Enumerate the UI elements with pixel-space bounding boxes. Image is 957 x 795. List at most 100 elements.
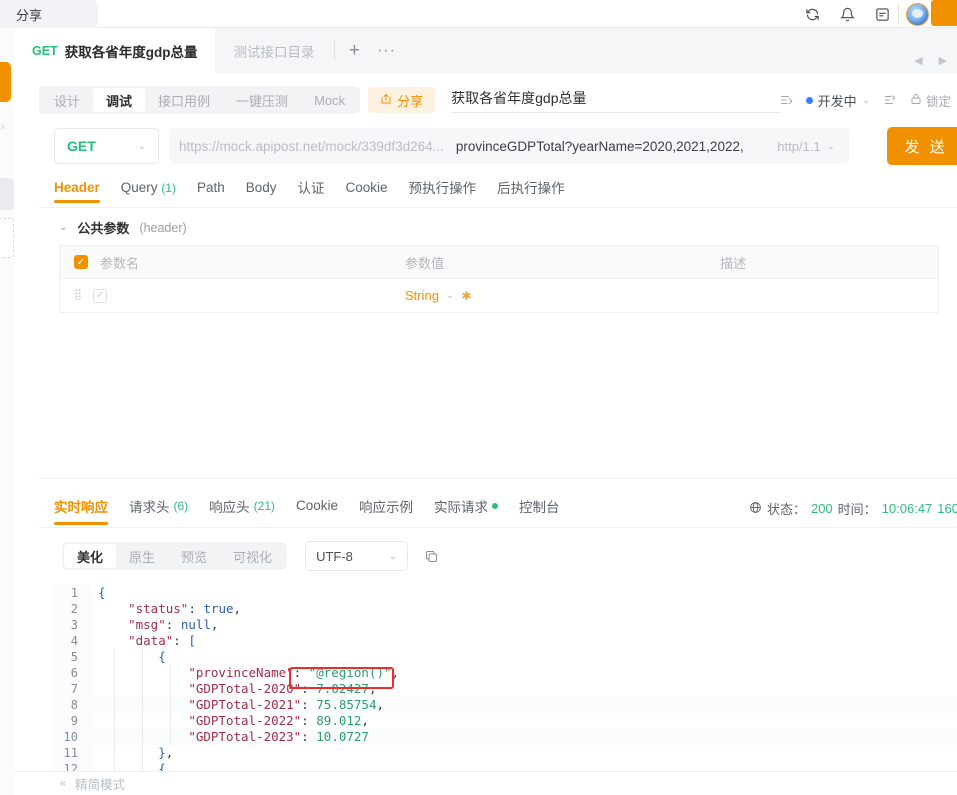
chevron-down-icon[interactable]: ⌄ — [446, 290, 454, 301]
param-tab-auth[interactable]: 认证 — [298, 177, 325, 205]
code-line[interactable]: 1{ — [54, 585, 957, 601]
tabstrip-divider — [334, 40, 336, 61]
url-path-label: provinceGDPTotal?yearName=2020,2021,2022… — [455, 138, 744, 154]
chevron-collapse-icon[interactable]: ⌄ — [59, 222, 67, 233]
tab-scroll-left-icon[interactable]: ◀ — [914, 54, 922, 67]
tab-overflow-menu-icon[interactable]: ··· — [371, 28, 401, 73]
api-name-input[interactable]: 获取各省年度gdp总量 — [451, 88, 782, 113]
rail-placeholder-block — [0, 178, 14, 210]
status-code-prefix: 状态： — [766, 502, 806, 517]
lock-button[interactable]: 锁定 — [910, 91, 951, 110]
send-button[interactable]: 发 送 — [887, 127, 957, 165]
chevron-down-icon[interactable]: ⌄ — [862, 95, 870, 106]
response-tab-cookie[interactable]: Cookie — [296, 498, 338, 522]
line-text: { — [158, 649, 166, 664]
encoding-select[interactable]: UTF-8 ⌄ — [305, 541, 409, 571]
code-line[interactable]: 3 "msg": null, — [54, 617, 957, 633]
public-params-label: 公共参数 — [77, 221, 130, 236]
format-seg-raw[interactable]: 原生 — [116, 544, 168, 568]
code-line[interactable]: 2 "status": true, — [54, 601, 957, 617]
topbar-separator — [898, 4, 899, 24]
url-input[interactable]: https://mock.apipost.net/mock/339df3d264… — [169, 128, 849, 164]
status-badge[interactable]: 开发中 ⌄ — [805, 91, 870, 110]
note-icon[interactable] — [874, 6, 891, 23]
tab-request-gdp[interactable]: GET 获取各省年度gdp总量 — [14, 28, 216, 73]
share-button[interactable]: 分享 — [368, 87, 436, 113]
line-text: { — [98, 585, 106, 600]
line-number: 9 — [70, 714, 78, 728]
required-star-icon[interactable]: ✱ — [461, 289, 471, 303]
table-row[interactable]: ⣿ ✓ String ⌄ ✱ — [59, 279, 939, 313]
tab-test-directory[interactable]: 测试接口目录 — [215, 28, 332, 73]
param-tab-header[interactable]: Header — [54, 180, 100, 203]
code-line[interactable]: 6 "provinceName": "@region()", — [54, 665, 957, 681]
main-pane: 设计 调试 接口用例 一键压测 Mock 分享 获取各省年度gdp总量 开发中 … — [14, 73, 957, 795]
format-seg-preview[interactable]: 预览 — [168, 544, 220, 568]
response-tab-example[interactable]: 响应示例 — [359, 496, 413, 525]
refresh-icon[interactable] — [804, 6, 821, 23]
seg-mock[interactable]: Mock — [301, 88, 358, 112]
chevron-down-icon[interactable]: ⌄ — [827, 141, 835, 152]
code-line[interactable]: 9 "GDPTotal-2022": 89.012, — [54, 713, 957, 729]
param-tab-label: Cookie — [345, 179, 388, 195]
header-cell-name: ✓ 参数名 — [60, 253, 405, 272]
add-tab-button[interactable]: + — [337, 28, 371, 73]
param-table-header: ✓ 参数名 参数值 描述 — [59, 245, 939, 279]
response-tab-label: 控制台 — [519, 499, 560, 515]
response-tab-count: (21) — [253, 498, 276, 513]
code-line[interactable]: 5 { — [54, 649, 957, 665]
line-number: 5 — [70, 650, 78, 664]
row-cell-value[interactable]: String ⌄ ✱ — [405, 288, 720, 303]
method-select[interactable]: GET ⌄ — [54, 128, 159, 164]
topbar-share-chip[interactable]: 分享 — [0, 0, 98, 28]
copy-icon[interactable] — [424, 549, 439, 564]
drag-handle-icon[interactable]: ⣿ — [74, 290, 82, 301]
param-tab-cookie[interactable]: Cookie — [346, 180, 388, 203]
code-line[interactable]: 12 { — [54, 761, 957, 771]
row-cell-name[interactable]: ⣿ ✓ — [60, 288, 405, 303]
avatar[interactable] — [906, 3, 929, 26]
seg-debug[interactable]: 调试 — [93, 88, 146, 112]
seg-stresstest[interactable]: 一键压测 — [223, 88, 301, 112]
code-line[interactable]: 4 "data": [ — [54, 633, 957, 649]
param-tab-query[interactable]: Query (1) — [121, 180, 176, 203]
seg-design[interactable]: 设计 — [41, 88, 93, 112]
row-checkbox[interactable]: ✓ — [93, 288, 108, 303]
collapse-icon[interactable]: « — [60, 778, 66, 790]
tab-scroll-right-icon[interactable]: ▶ — [939, 54, 947, 67]
row-type-select[interactable]: String — [405, 288, 439, 303]
modified-dot-icon — [492, 502, 499, 509]
seg-testcase[interactable]: 接口用例 — [145, 88, 223, 112]
chevron-down-icon: ⌄ — [388, 550, 398, 562]
response-tab-realtime[interactable]: 实时响应 — [54, 496, 108, 525]
response-tab-actual-request[interactable]: 实际请求 — [434, 496, 499, 525]
rail-active-marker[interactable] — [0, 62, 11, 102]
sort-icon[interactable] — [883, 93, 897, 107]
response-body-editor[interactable]: 1{2 "status": true, 3 "msg": null, 4 "data… — [54, 585, 957, 771]
bell-icon[interactable] — [839, 6, 856, 23]
simple-mode-label[interactable]: 精简模式 — [75, 774, 125, 793]
param-tab-path[interactable]: Path — [197, 180, 225, 203]
doc-lines-icon[interactable] — [779, 93, 793, 107]
rail-collapse-icon[interactable]: › — [1, 121, 5, 133]
tab-method-label: GET — [32, 43, 58, 58]
topbar-orange-button[interactable] — [931, 0, 957, 26]
share-icon — [380, 93, 392, 108]
code-line[interactable]: 10 "GDPTotal-2023": 10.0727 — [54, 729, 957, 745]
editor-code-lines[interactable]: 1{2 "status": true, 3 "msg": null, 4 "data… — [54, 585, 957, 771]
line-number: 1 — [70, 586, 78, 600]
format-seg-pretty[interactable]: 美化 — [64, 544, 117, 568]
response-tab-request-headers[interactable]: 请求头 (6) — [129, 496, 188, 525]
code-line[interactable]: 8 "GDPTotal-2021": 75.85754, — [54, 697, 957, 713]
code-line[interactable]: 11 }, — [54, 745, 957, 761]
param-tab-prescript[interactable]: 预执行操作 — [409, 177, 477, 205]
lock-label: 锁定 — [925, 94, 951, 109]
time-prefix: 时间： — [837, 502, 877, 517]
response-tab-console[interactable]: 控制台 — [519, 496, 560, 525]
select-all-checkbox[interactable]: ✓ — [74, 255, 88, 269]
response-tab-response-headers[interactable]: 响应头 (21) — [209, 496, 275, 525]
code-line[interactable]: 7 "GDPTotal-2020": 7.02427, — [54, 681, 957, 697]
param-tab-body[interactable]: Body — [246, 180, 277, 203]
param-tab-postscript[interactable]: 后执行操作 — [497, 177, 565, 205]
format-seg-visualize[interactable]: 可视化 — [220, 544, 285, 568]
